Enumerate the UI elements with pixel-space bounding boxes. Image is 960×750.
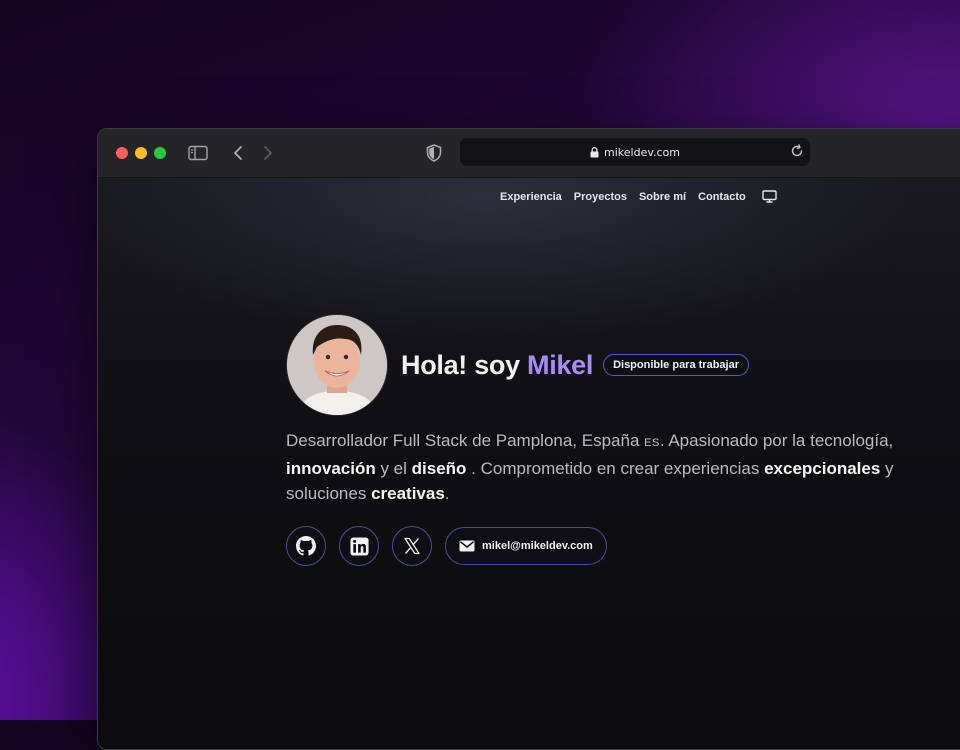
hero-title: Hola! soy Mikel (401, 350, 593, 381)
email-button[interactable]: mikel@mikeldev.com (445, 527, 607, 565)
avatar (286, 314, 388, 416)
site-nav: Experiencia Proyectos Sobre mí Contacto (500, 190, 777, 203)
monitor-icon[interactable] (762, 190, 777, 203)
close-window-button[interactable] (116, 147, 128, 159)
linkedin-icon (349, 536, 369, 556)
description-text: . (444, 484, 450, 503)
hero-header: Hola! soy Mikel Disponible para trabajar (286, 314, 749, 416)
browser-toolbar: mikeldev.com (98, 129, 960, 178)
address-bar[interactable]: mikeldev.com (460, 138, 810, 166)
linkedin-link[interactable] (339, 526, 379, 566)
description-line-3: soluciones creativas. (286, 481, 960, 506)
browser-window: mikeldev.com Experiencia Proyectos Sobre… (97, 128, 960, 750)
privacy-shield-icon[interactable] (424, 143, 444, 163)
sidebar-toggle-icon[interactable] (188, 143, 208, 163)
description-line-1: Desarrollador Full Stack de Pamplona, Es… (286, 428, 960, 456)
github-icon (296, 536, 316, 556)
description-text: . Comprometido en crear experiencias (466, 459, 765, 478)
github-link[interactable] (286, 526, 326, 566)
highlight-innovacion: innovación (286, 459, 376, 478)
highlight-excepcionales: excepcionales (764, 459, 881, 478)
description-text: . Apasionado por la tecnología, (659, 431, 894, 450)
forward-arrow-icon[interactable] (258, 143, 278, 163)
mail-icon (459, 540, 475, 552)
x-icon (403, 537, 421, 555)
nav-link-proyectos[interactable]: Proyectos (574, 191, 627, 203)
web-page: Experiencia Proyectos Sobre mí Contacto (98, 178, 960, 749)
highlight-creativas: creativas (371, 484, 445, 503)
minimize-window-button[interactable] (135, 147, 147, 159)
hero-name: Mikel (527, 349, 594, 380)
highlight-diseno: diseño (411, 459, 467, 478)
reload-icon[interactable] (790, 144, 804, 158)
social-links: mikel@mikeldev.com (286, 526, 607, 566)
nav-link-experiencia[interactable]: Experiencia (500, 191, 562, 203)
hero-description: Desarrollador Full Stack de Pamplona, Es… (286, 428, 960, 506)
nav-link-contacto[interactable]: Contacto (698, 191, 746, 203)
zoom-window-button[interactable] (154, 147, 166, 159)
spain-flag-icon: ES (644, 437, 660, 449)
description-line-2: innovación y el diseño . Comprometido en… (286, 456, 960, 481)
availability-badge: Disponible para trabajar (603, 354, 749, 376)
back-arrow-icon[interactable] (228, 143, 248, 163)
lock-icon (590, 146, 599, 158)
x-link[interactable] (392, 526, 432, 566)
email-text: mikel@mikeldev.com (482, 540, 593, 552)
description-text: Desarrollador Full Stack de Pamplona, Es… (286, 431, 640, 450)
url-text: mikeldev.com (604, 145, 680, 159)
description-text: y (880, 459, 894, 478)
description-text: soluciones (286, 484, 372, 503)
greeting-text: Hola! soy (401, 349, 520, 380)
description-text: y el (375, 459, 412, 478)
nav-link-sobre-mi[interactable]: Sobre mí (639, 191, 686, 203)
